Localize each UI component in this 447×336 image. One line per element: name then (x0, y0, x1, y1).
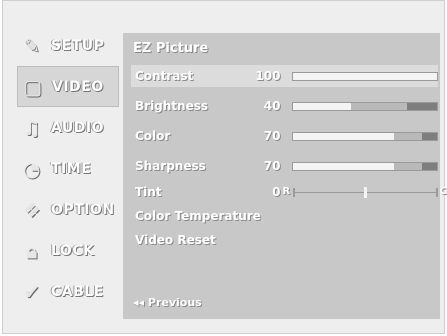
row-value: 70 (263, 129, 281, 143)
row-label: Video Reset (135, 233, 216, 247)
menu-item-label: CABLE (51, 283, 104, 300)
color-temperature-row[interactable]: Color Temperature (131, 205, 438, 227)
tint-left-label: R (282, 185, 291, 197)
menu-item-lock[interactable]: 🔒︎ LOCK (17, 230, 119, 271)
row-label: Color Temperature (135, 209, 261, 223)
row-label: Brightness (135, 99, 209, 113)
video-icon: ▢ (23, 74, 43, 99)
tint-tick-right (436, 187, 438, 197)
menu-item-video[interactable]: ▢ VIDEO (17, 66, 119, 107)
back-icon: ◂◂ (133, 296, 145, 309)
option-icon: ❖ (22, 197, 42, 222)
lock-icon: 🔒︎ (26, 238, 38, 263)
menu-item-label: SETUP (51, 37, 105, 54)
color-slider[interactable] (292, 131, 438, 141)
menu-item-time[interactable]: ◔ TIME (17, 148, 119, 189)
tint-slider[interactable]: R G (283, 186, 447, 198)
tint-tick-left (292, 187, 295, 197)
row-value: 40 (263, 99, 281, 113)
row-value: 70 (263, 159, 281, 173)
tint-row[interactable]: Tint 0 R G (131, 181, 447, 203)
row-label: Contrast (135, 69, 194, 83)
previous-hint[interactable]: ◂◂ Previous (133, 296, 202, 309)
contrast-slider[interactable] (292, 71, 438, 81)
menu-item-label: VIDEO (52, 78, 104, 95)
menu-item-option[interactable]: ❖ OPTION (17, 189, 119, 230)
slider-fill (293, 72, 437, 80)
brightness-row[interactable]: Brightness 40 (131, 95, 438, 117)
slider-fill (293, 102, 351, 110)
slider-remaining (421, 162, 437, 170)
menu-item-label: LOCK (51, 242, 95, 259)
menu-item-label: OPTION (51, 201, 115, 218)
row-value: 100 (255, 69, 281, 83)
menu-item-label: TIME (51, 160, 92, 177)
brightness-slider[interactable] (292, 101, 438, 111)
menu-item-audio[interactable]: ♫ AUDIO (17, 107, 119, 148)
menu-item-cable[interactable]: ✔ CABLE (17, 271, 119, 312)
sharpness-slider[interactable] (292, 161, 438, 171)
contrast-row[interactable]: Contrast 100 (131, 65, 438, 87)
sidebar-menu: ✎ SETUP ▢ VIDEO ♫ AUDIO ◔ TIME ❖ OPTION … (17, 25, 119, 315)
tint-marker (364, 186, 368, 198)
clock-icon: ◔ (23, 156, 41, 181)
video-settings-panel: EZ Picture Contrast 100 Brightness 40 Co… (123, 33, 447, 319)
menu-item-label: AUDIO (51, 119, 105, 136)
slider-fill (293, 162, 394, 170)
slider-remaining (406, 102, 437, 110)
video-reset-row[interactable]: Video Reset (131, 229, 438, 251)
tint-right-label: G (439, 185, 447, 197)
row-label: Tint (135, 185, 162, 199)
row-label: Sharpness (135, 159, 206, 173)
tv-menu-frame: ✎ SETUP ▢ VIDEO ♫ AUDIO ◔ TIME ❖ OPTION … (2, 0, 447, 334)
panel-title[interactable]: EZ Picture (133, 41, 208, 56)
slider-fill (293, 132, 394, 140)
menu-item-setup[interactable]: ✎ SETUP (17, 25, 119, 66)
setup-icon: ✎ (23, 33, 41, 58)
audio-icon: ♫ (22, 115, 42, 140)
cable-icon: ✔ (23, 279, 41, 304)
row-label: Color (135, 129, 171, 143)
color-row[interactable]: Color 70 (131, 125, 438, 147)
previous-label: Previous (147, 296, 202, 309)
slider-remaining (421, 132, 437, 140)
sharpness-row[interactable]: Sharpness 70 (131, 155, 438, 177)
